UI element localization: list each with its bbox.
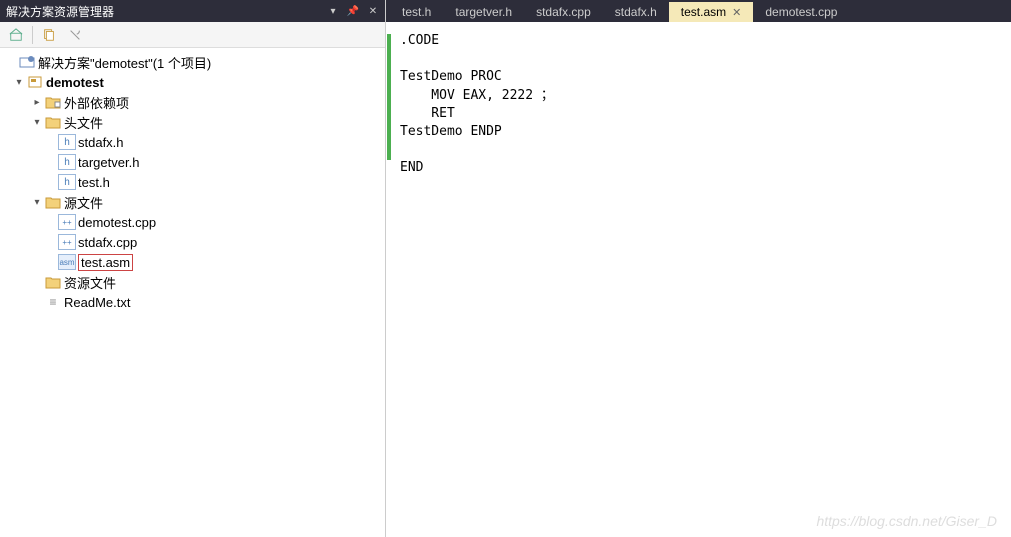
copy-icon[interactable] <box>39 25 59 45</box>
sidebar-title-bar: 解决方案资源管理器 ▾ 📌 ✕ <box>0 0 385 22</box>
txt-file-icon <box>44 294 62 310</box>
source-file-node[interactable]: stdafx.cpp <box>0 232 385 252</box>
file-label: test.asm <box>78 254 133 271</box>
editor-tab[interactable]: test.h <box>390 2 443 22</box>
resources-folder-node[interactable]: 资源文件 <box>0 272 385 292</box>
header-file-node[interactable]: h stdafx.h <box>0 132 385 152</box>
editor-tab[interactable]: test.asm✕ <box>669 2 754 22</box>
folder-icon <box>44 194 62 210</box>
external-deps-label: 外部依赖项 <box>64 93 129 112</box>
dropdown-icon[interactable]: ▾ <box>327 5 339 17</box>
file-label: test.h <box>78 175 110 190</box>
resources-folder-label: 资源文件 <box>64 273 116 292</box>
chevron-down-icon[interactable]: ▾ <box>30 197 44 208</box>
title-controls: ▾ 📌 ✕ <box>327 5 379 17</box>
solution-icon <box>18 54 36 70</box>
h-file-icon: h <box>58 134 76 150</box>
folder-icon <box>44 94 62 110</box>
h-file-icon: h <box>58 174 76 190</box>
project-node[interactable]: ▾ demotest <box>0 72 385 92</box>
explorer-toolbar <box>0 22 385 48</box>
file-label: stdafx.h <box>78 135 124 150</box>
sidebar-title-text: 解决方案资源管理器 <box>6 3 114 20</box>
header-file-node[interactable]: h test.h <box>0 172 385 192</box>
folder-icon <box>44 274 62 290</box>
file-label: ReadMe.txt <box>64 295 130 310</box>
toolbar-separator <box>32 26 33 44</box>
editor-tab[interactable]: targetver.h <box>443 2 524 22</box>
wrench-icon[interactable] <box>65 25 85 45</box>
file-label: targetver.h <box>78 155 139 170</box>
solution-label: 解决方案"demotest"(1 个项目) <box>38 53 211 72</box>
sources-folder-label: 源文件 <box>64 193 103 212</box>
editor-tab[interactable]: demotest.cpp <box>753 2 849 22</box>
editor-body: .CODE TestDemo PROC MOV EAX, 2222 ； RET … <box>386 22 1011 537</box>
chevron-right-icon[interactable]: ▸ <box>30 97 44 108</box>
headers-folder-label: 头文件 <box>64 113 103 132</box>
change-mark <box>387 34 391 160</box>
chevron-down-icon[interactable]: ▾ <box>12 77 26 88</box>
solution-explorer: 解决方案资源管理器 ▾ 📌 ✕ 解决方案"demotest"(1 个项目) ▾ <box>0 0 386 537</box>
folder-icon <box>44 114 62 130</box>
solution-node[interactable]: 解决方案"demotest"(1 个项目) <box>0 52 385 72</box>
file-label: demotest.cpp <box>78 215 156 230</box>
headers-folder-node[interactable]: ▾ 头文件 <box>0 112 385 132</box>
project-icon <box>26 74 44 90</box>
header-file-node[interactable]: h targetver.h <box>0 152 385 172</box>
editor-tab[interactable]: stdafx.h <box>603 2 669 22</box>
close-tab-icon[interactable]: ✕ <box>732 6 741 19</box>
asm-file-icon: asm <box>58 254 76 270</box>
cpp-file-icon <box>58 214 76 230</box>
pin-icon[interactable]: 📌 <box>347 5 359 17</box>
sources-folder-node[interactable]: ▾ 源文件 <box>0 192 385 212</box>
source-file-node[interactable]: demotest.cpp <box>0 212 385 232</box>
solution-tree[interactable]: 解决方案"demotest"(1 个项目) ▾ demotest ▸ 外部依赖项… <box>0 48 385 537</box>
text-file-node[interactable]: ReadMe.txt <box>0 292 385 312</box>
editor-tabs-bar: test.htargetver.hstdafx.cppstdafx.htest.… <box>386 0 1011 22</box>
external-deps-node[interactable]: ▸ 外部依赖项 <box>0 92 385 112</box>
code-editor[interactable]: .CODE TestDemo PROC MOV EAX, 2222 ； RET … <box>392 22 562 537</box>
home-icon[interactable] <box>6 25 26 45</box>
editor-tab[interactable]: stdafx.cpp <box>524 2 603 22</box>
close-icon[interactable]: ✕ <box>367 5 379 17</box>
file-label: stdafx.cpp <box>78 235 137 250</box>
editor-area: test.htargetver.hstdafx.cppstdafx.htest.… <box>386 0 1011 537</box>
source-file-node-selected[interactable]: asm test.asm <box>0 252 385 272</box>
chevron-down-icon[interactable]: ▾ <box>30 117 44 128</box>
project-label: demotest <box>46 75 104 90</box>
cpp-file-icon <box>58 234 76 250</box>
h-file-icon: h <box>58 154 76 170</box>
